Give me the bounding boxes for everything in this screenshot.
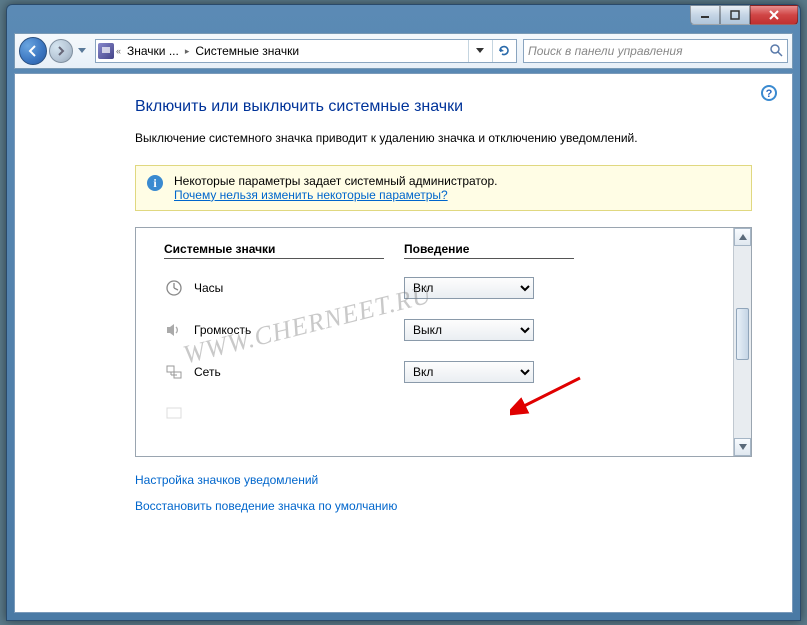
row-label: Громкость [194, 323, 251, 337]
info-icon: i [146, 174, 164, 195]
info-text: Некоторые параметры задает системный адм… [174, 174, 497, 188]
search-icon [769, 43, 783, 60]
bottom-links: Настройка значков уведомлений Восстанови… [135, 473, 752, 513]
column-header-icons: Системные значки [164, 242, 384, 259]
table-row: Громкость Выкл Вкл [164, 309, 709, 351]
address-bar[interactable]: « Значки ... ▸ Системные значки [95, 39, 517, 63]
row-label: Часы [194, 281, 223, 295]
scroll-down-button[interactable] [734, 438, 751, 456]
network-icon [164, 362, 184, 382]
table-row: Часы Вкл Выкл [164, 267, 709, 309]
close-button[interactable] [750, 5, 798, 25]
window-buttons [690, 5, 798, 25]
search-placeholder: Поиск в панели управления [528, 44, 683, 58]
nav-forward-button[interactable] [49, 39, 73, 63]
nav-history-dropdown[interactable] [75, 39, 89, 63]
info-link[interactable]: Почему нельзя изменить некоторые парамет… [174, 188, 448, 202]
maximize-button[interactable] [720, 5, 750, 25]
titlebar [7, 5, 800, 33]
breadcrumb-level1[interactable]: Значки ... [123, 41, 183, 61]
clock-icon [164, 278, 184, 298]
chevron-icon: « [116, 46, 121, 56]
page-title: Включить или выключить системные значки [135, 98, 752, 116]
customize-link[interactable]: Настройка значков уведомлений [135, 473, 752, 487]
table-row: Сеть Вкл Выкл [164, 351, 709, 393]
behavior-select-clock[interactable]: Вкл Выкл [404, 277, 534, 299]
control-panel-icon [98, 43, 114, 59]
column-header-behavior: Поведение [404, 242, 574, 259]
refresh-button[interactable] [492, 40, 514, 62]
vertical-scrollbar[interactable] [733, 228, 751, 456]
content: Включить или выключить системные значки … [15, 74, 792, 545]
scroll-thumb[interactable] [736, 308, 749, 360]
scroll-up-button[interactable] [734, 228, 751, 246]
minimize-button[interactable] [690, 5, 720, 25]
behavior-select-volume[interactable]: Выкл Вкл [404, 319, 534, 341]
window-frame: « Значки ... ▸ Системные значки Поиск в … [6, 4, 801, 621]
settings-table: Системные значки Поведение Часы Вк [135, 227, 752, 457]
breadcrumb-level2[interactable]: Системные значки [191, 41, 303, 61]
volume-icon [164, 320, 184, 340]
content-frame: ? Включить или выключить системные значк… [14, 73, 793, 613]
row-label: Сеть [194, 365, 221, 379]
search-box[interactable]: Поиск в панели управления [523, 39, 788, 63]
restore-link[interactable]: Восстановить поведение значка по умолчан… [135, 499, 752, 513]
chevron-right-icon: ▸ [185, 46, 190, 57]
generic-icon [164, 403, 184, 423]
page-description: Выключение системного значка приводит к … [135, 130, 752, 147]
navbar: « Значки ... ▸ Системные значки Поиск в … [14, 33, 793, 69]
table-row [164, 393, 709, 433]
info-bar: i Некоторые параметры задает системный а… [135, 165, 752, 211]
address-dropdown[interactable] [468, 40, 490, 62]
nav-back-button[interactable] [19, 37, 47, 65]
behavior-select-network[interactable]: Вкл Выкл [404, 361, 534, 383]
